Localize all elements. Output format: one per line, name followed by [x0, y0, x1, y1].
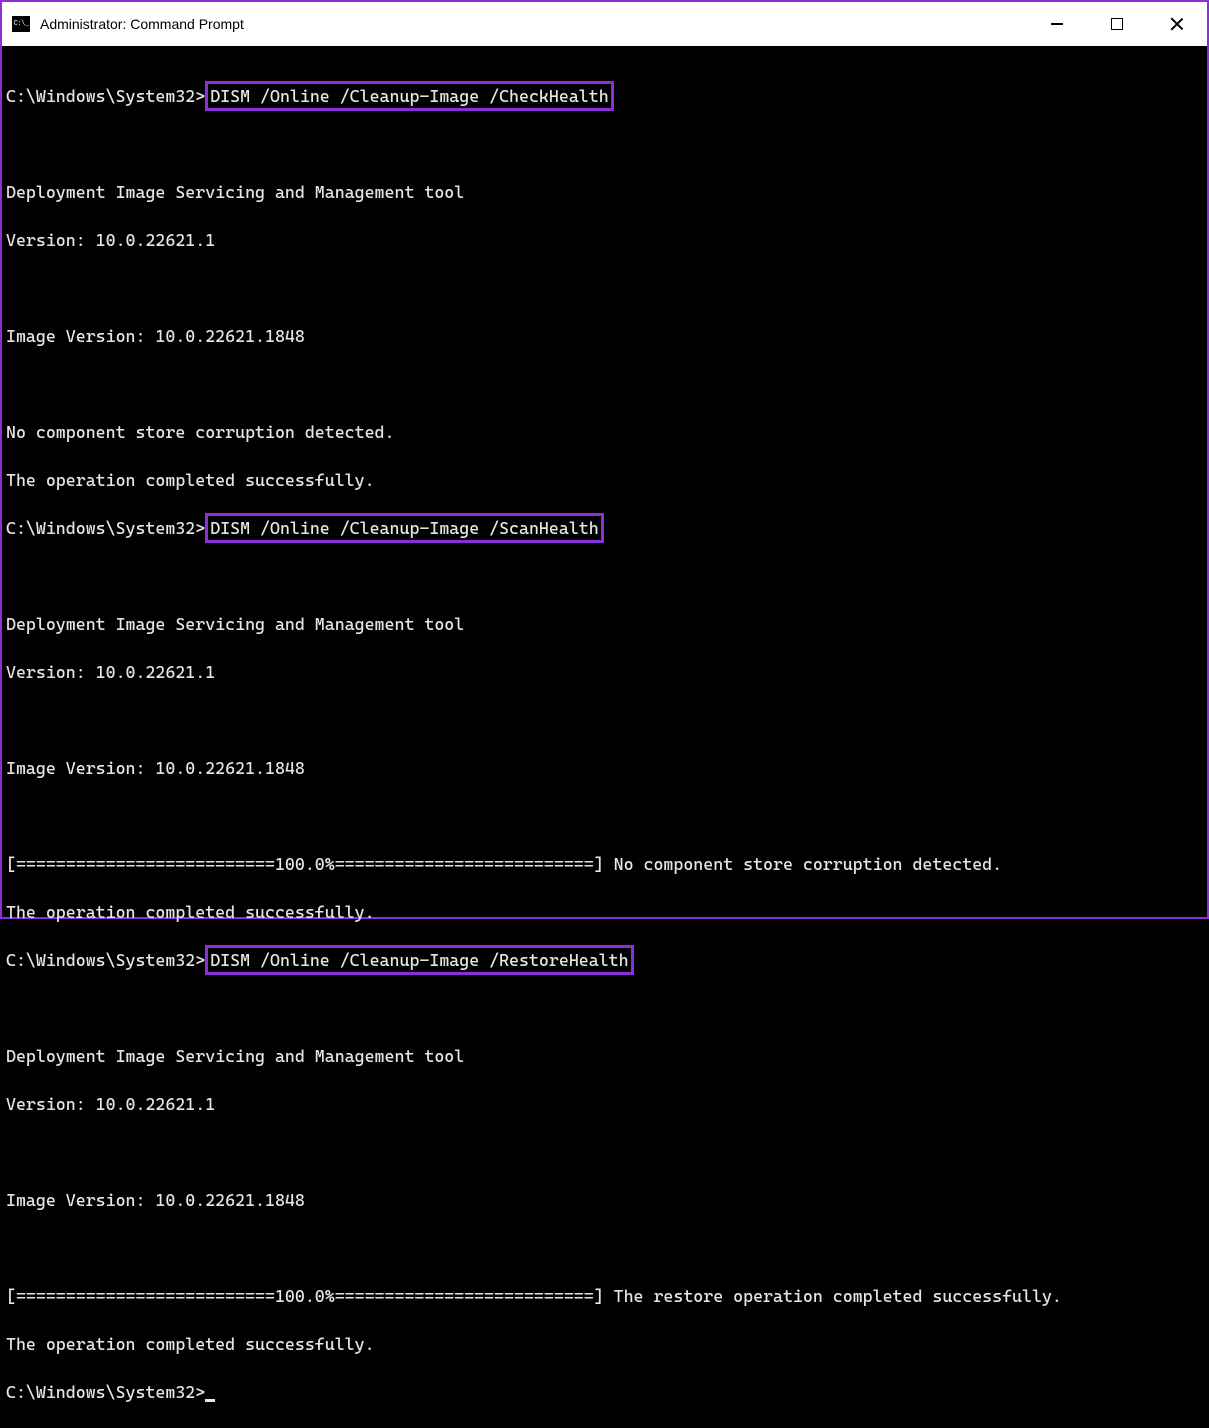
- output-line: [6, 564, 1207, 588]
- output-line: The operation completed successfully.: [6, 468, 1207, 492]
- output-line: [6, 132, 1207, 156]
- output-line: [6, 708, 1207, 732]
- close-button[interactable]: [1147, 2, 1207, 46]
- prompt-text: C:\Windows\System32>: [6, 1382, 205, 1402]
- output-line: Version: 10.0.22621.1: [6, 1092, 1207, 1116]
- output-line: Deployment Image Servicing and Managemen…: [6, 1044, 1207, 1068]
- cmd-icon: [12, 16, 30, 32]
- output-line: Deployment Image Servicing and Managemen…: [6, 612, 1207, 636]
- output-line: The operation completed successfully.: [6, 1332, 1207, 1356]
- prompt-text: C:\Windows\System32>: [6, 86, 205, 106]
- command-highlight-3: DISM /Online /Cleanup-Image /RestoreHeal…: [205, 945, 633, 975]
- window-controls: [1027, 2, 1207, 46]
- output-line: The operation completed successfully.: [6, 900, 1207, 924]
- output-line: [6, 1236, 1207, 1260]
- output-line: [==========================100.0%=======…: [6, 852, 1207, 876]
- window-title: Administrator: Command Prompt: [40, 16, 244, 32]
- maximize-icon: [1111, 18, 1123, 30]
- output-line: Image Version: 10.0.22621.1848: [6, 324, 1207, 348]
- output-line: [6, 372, 1207, 396]
- output-line: [6, 276, 1207, 300]
- output-line: Image Version: 10.0.22621.1848: [6, 756, 1207, 780]
- prompt-text: C:\Windows\System32>: [6, 518, 205, 538]
- terminal-output[interactable]: C:\Windows\System32>DISM /Online /Cleanu…: [2, 46, 1207, 917]
- maximize-button[interactable]: [1087, 2, 1147, 46]
- output-line: [6, 996, 1207, 1020]
- prompt-text: C:\Windows\System32>: [6, 950, 205, 970]
- output-line: [6, 804, 1207, 828]
- output-line: Version: 10.0.22621.1: [6, 660, 1207, 684]
- output-line: No component store corruption detected.: [6, 420, 1207, 444]
- output-line: Version: 10.0.22621.1: [6, 228, 1207, 252]
- output-line: [6, 1140, 1207, 1164]
- close-icon: [1170, 17, 1184, 31]
- minimize-icon: [1051, 23, 1063, 25]
- output-line: Deployment Image Servicing and Managemen…: [6, 180, 1207, 204]
- window-titlebar: Administrator: Command Prompt: [2, 2, 1207, 46]
- command-highlight-2: DISM /Online /Cleanup-Image /ScanHealth: [205, 513, 603, 543]
- command-highlight-1: DISM /Online /Cleanup-Image /CheckHealth: [205, 81, 613, 111]
- output-line: Image Version: 10.0.22621.1848: [6, 1188, 1207, 1212]
- output-line: [==========================100.0%=======…: [6, 1284, 1207, 1308]
- cursor: [205, 1399, 215, 1402]
- minimize-button[interactable]: [1027, 2, 1087, 46]
